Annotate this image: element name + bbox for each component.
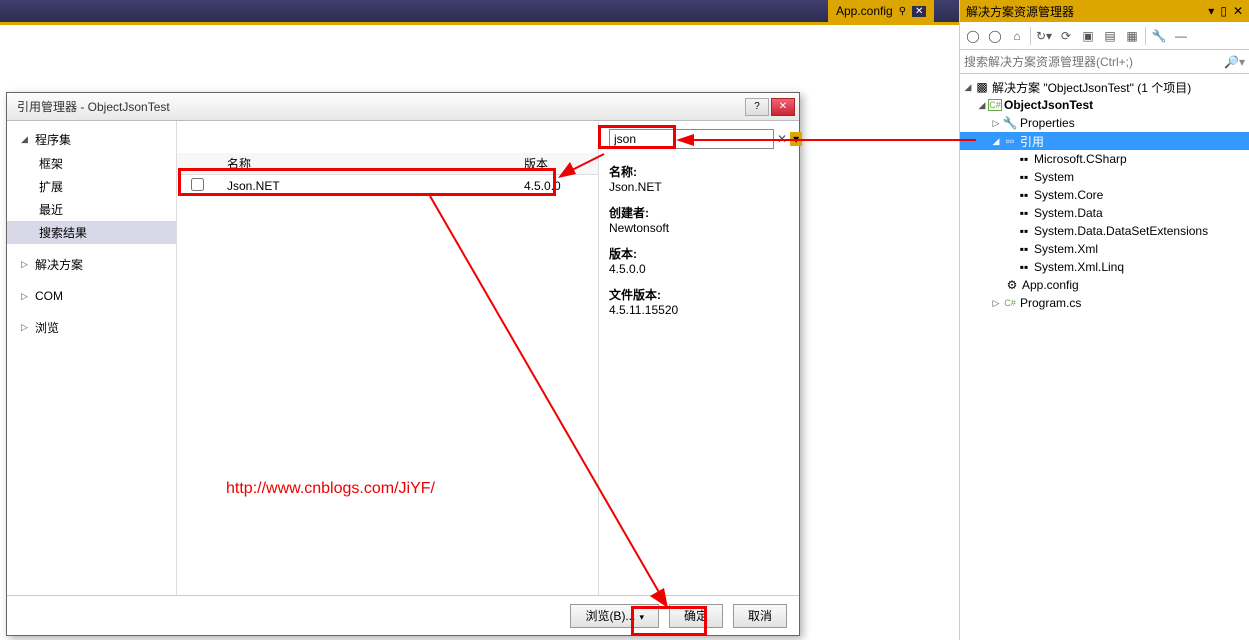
dropdown-icon[interactable]: ▾	[1208, 4, 1214, 18]
category-assemblies[interactable]: ◢程序集	[7, 127, 176, 152]
subcategory-search-results[interactable]: 搜索结果	[7, 221, 176, 244]
category-browse[interactable]: ▷浏览	[7, 315, 176, 340]
reference-icon: ▪▪	[1016, 260, 1032, 274]
ok-button[interactable]: 确定	[669, 604, 723, 628]
reference-icon: ▪▪	[1016, 170, 1032, 184]
tab-label: App.config	[836, 4, 893, 18]
config-icon: ⚙	[1004, 278, 1020, 292]
references-label: 引用	[1020, 133, 1044, 150]
more-icon[interactable]: —	[1172, 27, 1190, 45]
help-icon[interactable]: ?	[745, 98, 769, 116]
reference-icon: ▪▪	[1016, 224, 1032, 238]
expand-icon[interactable]: ▷	[990, 118, 1002, 129]
expand-icon[interactable]: ◢	[962, 82, 974, 93]
subcategory-framework[interactable]: 框架	[7, 152, 176, 175]
properties-node[interactable]: ▷ 🔧 Properties	[960, 114, 1249, 132]
references-icon: ▫▫	[1002, 134, 1018, 148]
solution-explorer-title: 解决方案资源管理器	[966, 3, 1074, 20]
dialog-title-bar[interactable]: 引用管理器 - ObjectJsonTest ? ✕	[7, 93, 799, 121]
dialog-title: 引用管理器 - ObjectJsonTest	[17, 98, 170, 115]
detail-version: 4.5.0.0	[609, 262, 789, 276]
properties-label: Properties	[1020, 116, 1075, 130]
detail-name-label: 名称:	[609, 163, 789, 180]
solution-explorer-toolbar: ◯ ◯ ⌂ ↻▾ ⟳ ▣ ▤ ▦ 🔧 —	[960, 22, 1249, 50]
col-name[interactable]: 名称	[217, 155, 518, 172]
csharp-file-icon: C#	[1002, 298, 1018, 308]
expand-icon[interactable]: ◢	[976, 100, 988, 111]
watermark-text: http://www.cnblogs.com/JiYF/	[226, 480, 435, 498]
subcategory-extensions[interactable]: 扩展	[7, 175, 176, 198]
reference-item[interactable]: ▪▪System.Data	[960, 204, 1249, 222]
csharp-project-icon: C#	[988, 99, 1002, 111]
tab-app-config[interactable]: App.config ⚲ ✕	[828, 0, 934, 22]
detail-fileversion-label: 文件版本:	[609, 286, 789, 303]
result-checkbox[interactable]	[191, 178, 204, 191]
reference-item[interactable]: ▪▪System	[960, 168, 1249, 186]
reference-item[interactable]: ▪▪System.Data.DataSetExtensions	[960, 222, 1249, 240]
dialog-search-input[interactable]	[609, 129, 774, 149]
dialog-footer: 浏览(B)...▾ 确定 取消	[7, 595, 799, 635]
solution-label: 解决方案 "ObjectJsonTest" (1 个项目)	[992, 79, 1191, 96]
clear-search-icon[interactable]: ✕	[774, 132, 790, 146]
close-icon[interactable]: ✕	[1233, 4, 1243, 18]
close-icon[interactable]: ✕	[771, 98, 795, 116]
solution-node[interactable]: ◢ ▩ 解决方案 "ObjectJsonTest" (1 个项目)	[960, 78, 1249, 96]
refresh-icon[interactable]: ↻▾	[1035, 27, 1053, 45]
dialog-results-list: 名称 版本 Json.NET 4.5.0.0	[177, 121, 599, 595]
appconfig-node[interactable]: ⚙ App.config	[960, 276, 1249, 294]
solution-icon: ▩	[974, 80, 990, 94]
reference-item[interactable]: ▪▪Microsoft.CSharp	[960, 150, 1249, 168]
wrench-icon: 🔧	[1002, 116, 1018, 130]
solution-explorer-search: 🔎▾	[960, 50, 1249, 74]
dialog-details-panel: ✕ ▾ 名称: Json.NET 创建者: Newtonsoft 版本: 4.5…	[599, 121, 799, 595]
reference-item[interactable]: ▪▪System.Xml.Linq	[960, 258, 1249, 276]
reference-icon: ▪▪	[1016, 206, 1032, 220]
show-all-icon[interactable]: ▤	[1101, 27, 1119, 45]
reference-manager-dialog: 引用管理器 - ObjectJsonTest ? ✕ ◢程序集 框架 扩展 最近…	[6, 92, 800, 636]
sync-icon[interactable]: ⟳	[1057, 27, 1075, 45]
references-node[interactable]: ◢ ▫▫ 引用	[960, 132, 1249, 150]
project-label: ObjectJsonTest	[1004, 98, 1093, 112]
programcs-node[interactable]: ▷ C# Program.cs	[960, 294, 1249, 312]
subcategory-recent[interactable]: 最近	[7, 198, 176, 221]
home-icon[interactable]: ⌂	[1008, 27, 1026, 45]
result-name: Json.NET	[217, 179, 518, 193]
solution-explorer-panel: 解决方案资源管理器 ▾ ▯ ✕ ◯ ◯ ⌂ ↻▾ ⟳ ▣ ▤ ▦ 🔧 — 🔎▾ …	[959, 0, 1249, 640]
detail-author: Newtonsoft	[609, 221, 789, 235]
project-node[interactable]: ◢ C# ObjectJsonTest	[960, 96, 1249, 114]
dialog-category-list: ◢程序集 框架 扩展 最近 搜索结果 ▷解决方案 ▷COM ▷浏览	[7, 121, 177, 595]
solution-search-input[interactable]	[964, 55, 1224, 69]
wrench-icon[interactable]: 🔧	[1150, 27, 1168, 45]
solution-tree: ◢ ▩ 解决方案 "ObjectJsonTest" (1 个项目) ◢ C# O…	[960, 74, 1249, 640]
detail-author-label: 创建者:	[609, 204, 789, 221]
category-solution[interactable]: ▷解决方案	[7, 252, 176, 277]
forward-icon[interactable]: ◯	[986, 27, 1004, 45]
detail-name: Json.NET	[609, 180, 789, 194]
reference-icon: ▪▪	[1016, 152, 1032, 166]
pin-icon[interactable]: ▯	[1220, 4, 1227, 18]
collapse-icon[interactable]: ▣	[1079, 27, 1097, 45]
properties-icon[interactable]: ▦	[1123, 27, 1141, 45]
col-version[interactable]: 版本	[518, 155, 598, 172]
reference-item[interactable]: ▪▪System.Core	[960, 186, 1249, 204]
search-dropdown-icon[interactable]: ▾	[790, 132, 802, 146]
result-version: 4.5.0.0	[518, 179, 598, 193]
reference-item[interactable]: ▪▪System.Xml	[960, 240, 1249, 258]
detail-version-label: 版本:	[609, 245, 789, 262]
reference-icon: ▪▪	[1016, 188, 1032, 202]
cancel-button[interactable]: 取消	[733, 604, 787, 628]
browse-button[interactable]: 浏览(B)...▾	[570, 604, 659, 628]
results-header: 名称 版本	[177, 153, 598, 175]
reference-icon: ▪▪	[1016, 242, 1032, 256]
solution-explorer-title-bar: 解决方案资源管理器 ▾ ▯ ✕	[960, 0, 1249, 22]
search-icon[interactable]: 🔎▾	[1224, 55, 1245, 69]
pin-icon[interactable]: ⚲	[899, 6, 906, 17]
expand-icon[interactable]: ◢	[990, 136, 1002, 147]
category-com[interactable]: ▷COM	[7, 285, 176, 307]
close-icon[interactable]: ✕	[912, 6, 926, 17]
detail-fileversion: 4.5.11.15520	[609, 303, 789, 317]
expand-icon[interactable]: ▷	[990, 298, 1002, 309]
result-row[interactable]: Json.NET 4.5.0.0	[177, 175, 598, 197]
back-icon[interactable]: ◯	[964, 27, 982, 45]
